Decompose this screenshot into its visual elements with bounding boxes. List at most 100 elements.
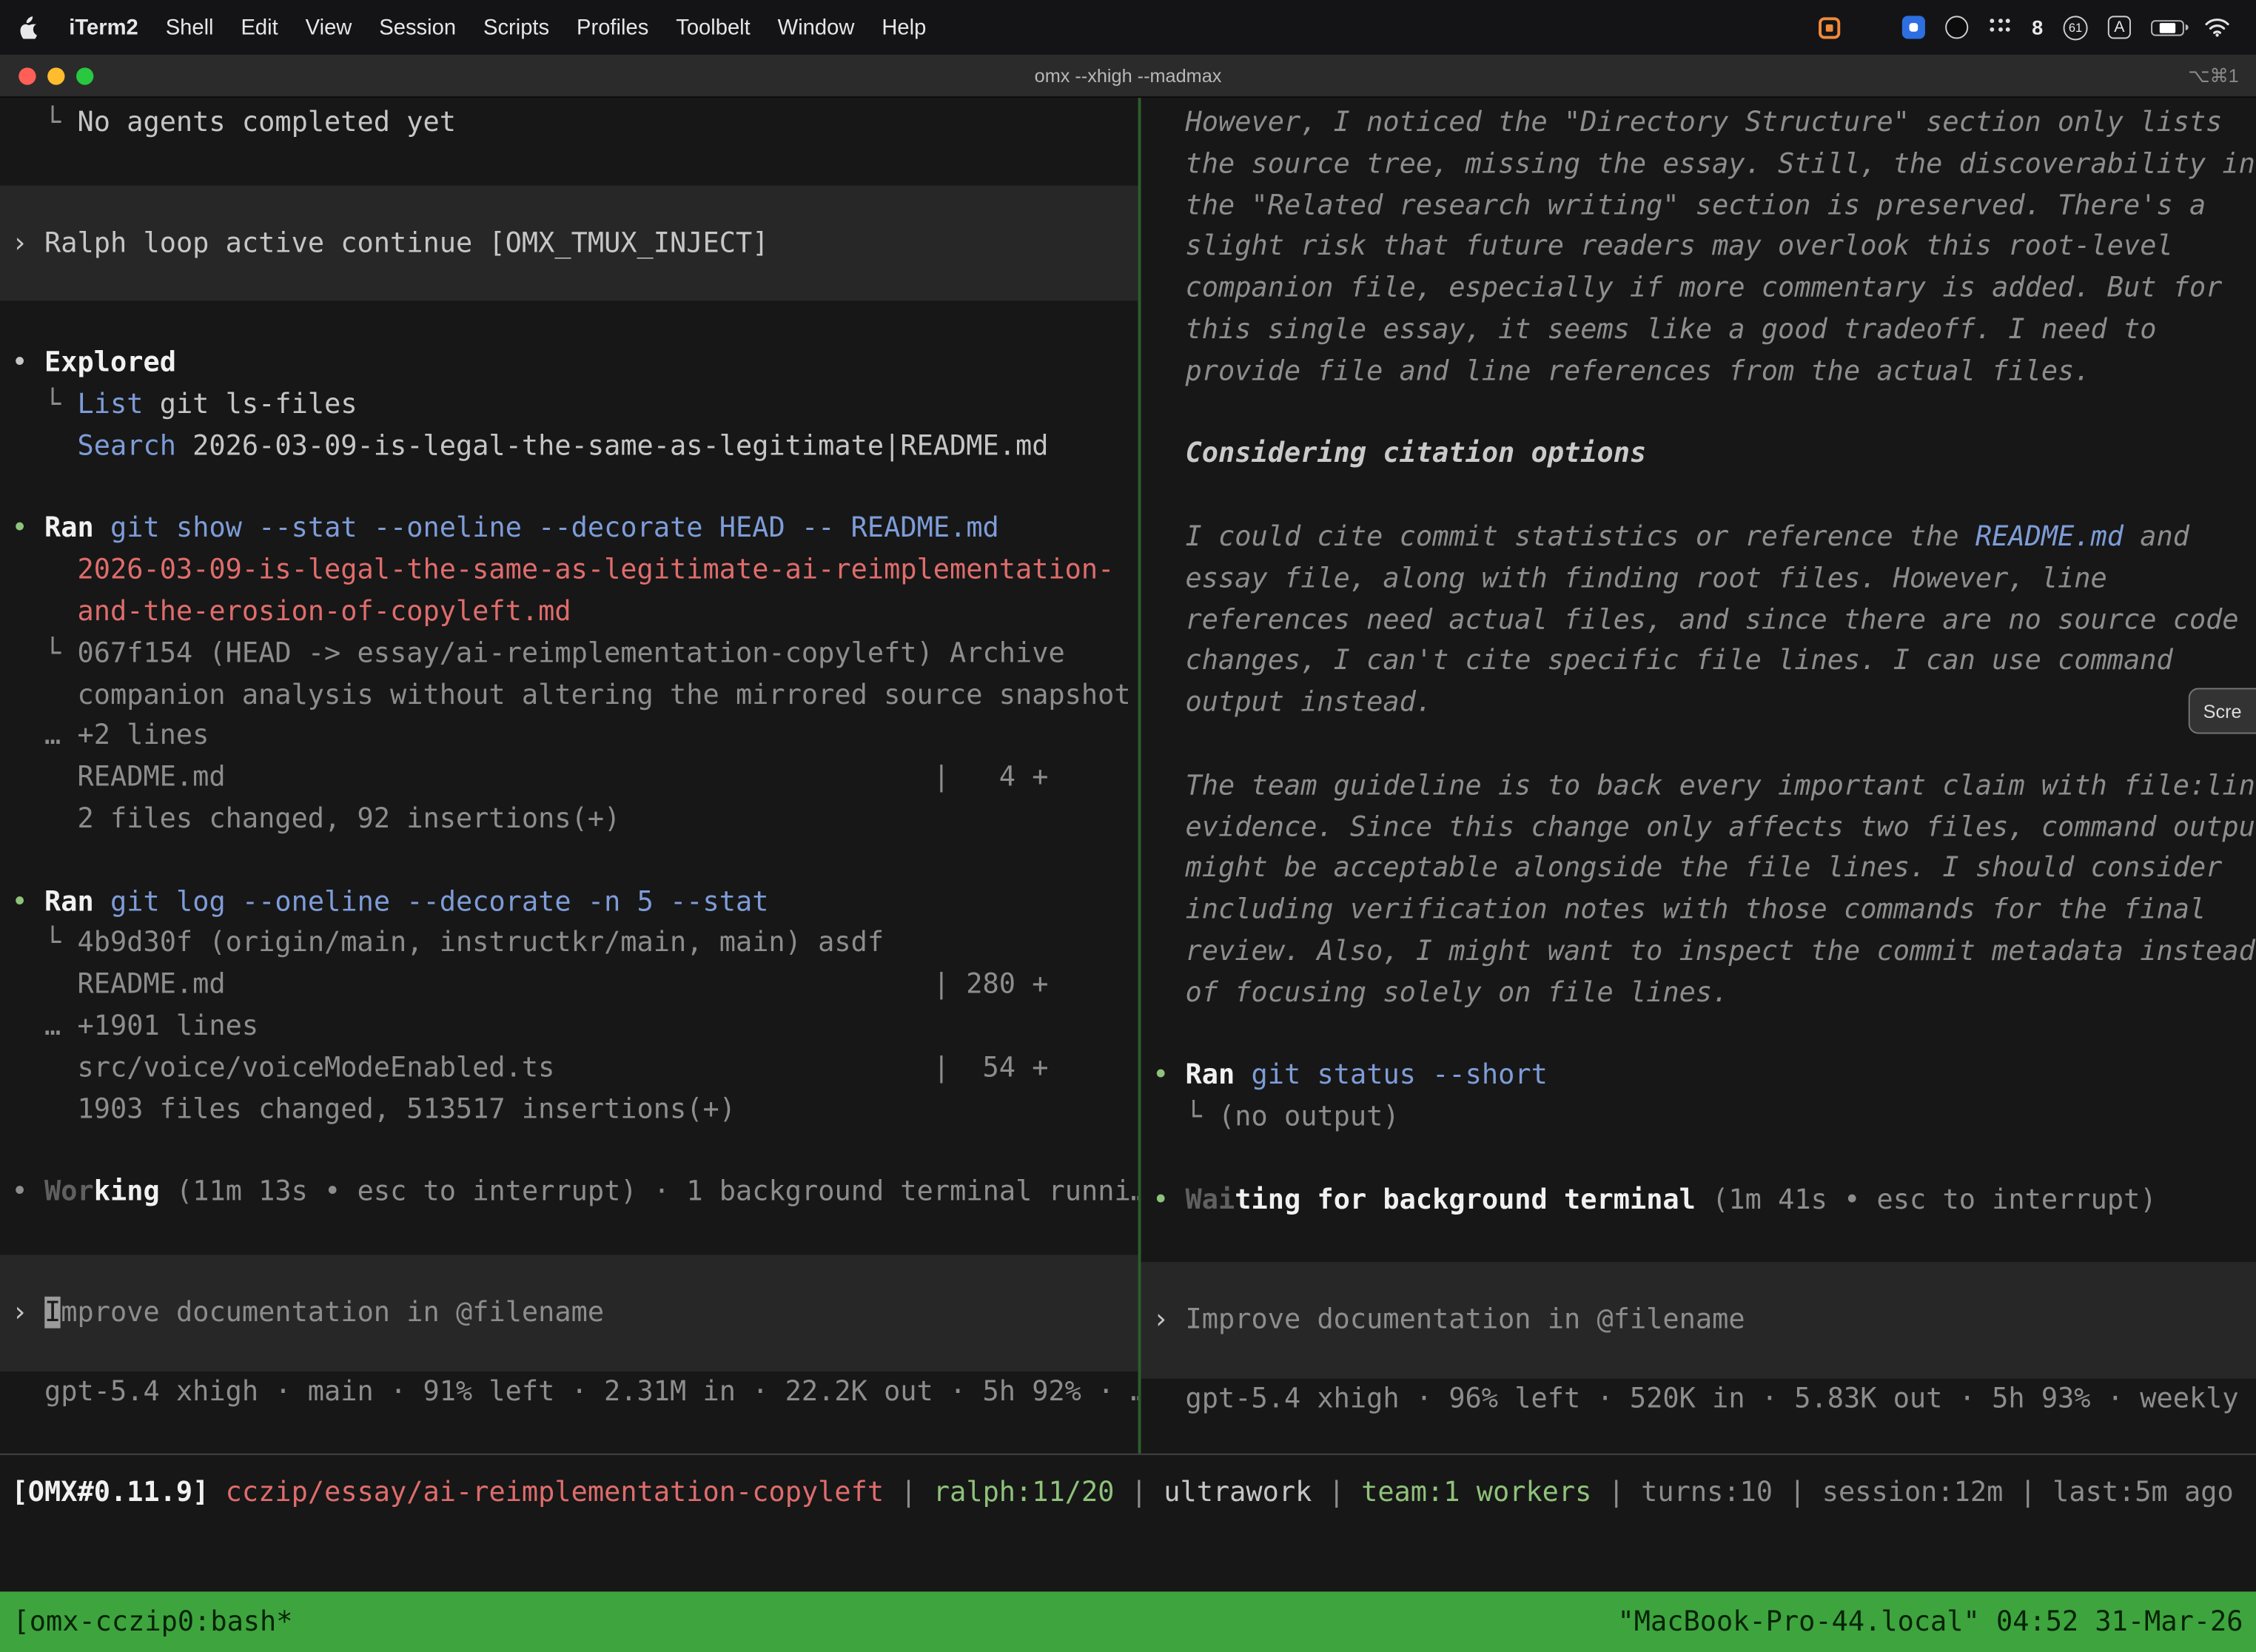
terminal-pane-right[interactable]: However, I noticed the "Directory Struct… [1141, 98, 2256, 1454]
terminal-line: › Improve documentation in @filename [0, 1292, 1138, 1333]
terminal-line: slight risk that future readers may over… [1141, 226, 2256, 268]
terminal-line: However, I noticed the "Directory Struct… [1141, 102, 2256, 144]
omx-status-bar: [OMX#0.11.9] cczip/essay/ai-reimplementa… [0, 1454, 2256, 1592]
terminal-line: └ 4b9d30f (origin/main, instructkr/main,… [0, 923, 1138, 964]
screen-share-chip-label: Scre [2203, 700, 2242, 722]
terminal-line: companion analysis without altering the … [0, 674, 1138, 716]
terminal-line: • Ran git show --stat --oneline --decora… [0, 508, 1138, 550]
menu-item-shell[interactable]: Shell [166, 15, 214, 39]
terminal-line: • Ran git log --oneline --decorate -n 5 … [0, 882, 1138, 923]
docker-icon[interactable] [1902, 16, 1925, 38]
record-stop-glyph [1826, 24, 1833, 31]
terminal-line [1141, 724, 2256, 765]
terminal-line: and-the-erosion-of-copyleft.md [0, 591, 1138, 633]
terminal-line: The team guideline is to back every impo… [1141, 765, 2256, 807]
terminal-line: └ (no output) [1141, 1097, 2256, 1138]
window-title-bar[interactable]: omx --xhigh --madmax ⌥⌘1 [0, 55, 2256, 98]
window-title: omx --xhigh --madmax [1035, 64, 1222, 86]
menu-status-icons: 8 61 A [1819, 15, 2235, 39]
screen: iTerm2 Shell Edit View Session Scripts Profile… [0, 0, 2256, 1652]
terminal-area: └ No agents completed yet › Ralph loop ac… [0, 98, 2256, 1454]
terminal-line: › Improve documentation in @filename [1141, 1300, 2256, 1341]
terminal-line: essay file, along with finding root file… [1141, 558, 2256, 600]
menu-left: iTerm2 Shell Edit View Session Scripts Profile… [20, 15, 926, 39]
omx-status-line: [OMX#0.11.9] cczip/essay/ai-reimplementa… [0, 1472, 2256, 1514]
menu-item-toolbelt[interactable]: Toolbelt [676, 15, 751, 39]
window-manager-icon[interactable] [1861, 16, 1882, 38]
terminal-line: changes, I can't cite specific file line… [1141, 641, 2256, 682]
window-shortcut-hint: ⌥⌘1 [2188, 55, 2238, 96]
keyboard-input-icon[interactable]: A [2108, 16, 2131, 38]
screen-share-chip[interactable]: Scre [2189, 688, 2256, 733]
terminal-line: provide file and line references from th… [1141, 351, 2256, 392]
battery-icon[interactable] [2151, 19, 2184, 35]
terminal-line: └ 067f154 (HEAD -> essay/ai-reimplementa… [0, 633, 1138, 674]
terminal-line: I could cite commit statistics or refere… [1141, 517, 2256, 558]
minimize-button[interactable] [47, 67, 64, 84]
terminal-line [0, 840, 1138, 882]
menu-item-profiles[interactable]: Profiles [577, 15, 648, 39]
terminal-line: 2 files changed, 92 insertions(+) [0, 799, 1138, 840]
terminal-line: gpt-5.4 xhigh · 96% left · 520K in · 5.8… [1141, 1379, 2256, 1420]
menu-item-session[interactable]: Session [379, 15, 456, 39]
terminal-line [1141, 392, 2256, 434]
ralph-loop-banner: › Ralph loop active continue [OMX_TMUX_I… [0, 185, 1138, 301]
dots-grid-icon[interactable] [1989, 19, 2012, 36]
terminal-line: output instead. [1141, 682, 2256, 724]
terminal-line: └ List git ls-files [0, 384, 1138, 426]
terminal-line: • Explored [0, 343, 1138, 384]
terminal-line [1141, 1014, 2256, 1055]
terminal-line [1141, 475, 2256, 517]
terminal-line: … +1901 lines [0, 1006, 1138, 1047]
terminal-line: evidence. Since this change only affects… [1141, 807, 2256, 848]
terminal-line: 1903 files changed, 513517 insertions(+) [0, 1089, 1138, 1130]
traffic-lights [19, 55, 93, 96]
terminal-line [0, 301, 1138, 343]
menu-item-scripts[interactable]: Scripts [483, 15, 549, 39]
terminal-line [0, 467, 1138, 508]
tmux-session-window[interactable]: [omx-cczip0:bash* [13, 1606, 292, 1638]
menu-item-view[interactable]: View [306, 15, 352, 39]
terminal-line: src/voice/voiceModeEnabled.ts | 54 + [0, 1047, 1138, 1089]
battery-percentage-icon[interactable]: 61 [2064, 15, 2088, 39]
menu-item-help[interactable]: Help [882, 15, 926, 39]
terminal-pane-left[interactable]: └ No agents completed yet › Ralph loop ac… [0, 98, 1138, 1454]
terminal-line: • Ran git status --short [1141, 1055, 2256, 1097]
prompt-input[interactable]: › Improve documentation in @filename [0, 1255, 1138, 1371]
close-button[interactable] [19, 67, 36, 84]
terminal-line [1141, 1138, 2256, 1180]
tmux-host-clock: "MacBook-Pro-44.local" 04:52 31-Mar-26 [1618, 1606, 2243, 1638]
terminal-line [0, 144, 1138, 185]
terminal-line: the "Related research writing" section i… [1141, 185, 2256, 226]
apple-menu-icon[interactable] [20, 16, 38, 38]
menu-item-window[interactable]: Window [778, 15, 855, 39]
terminal-line: companion file, especially if more comme… [1141, 268, 2256, 309]
terminal-line: README.md | 4 + [0, 757, 1138, 799]
tmux-status-bar: [omx-cczip0:bash* "MacBook-Pro-44.local"… [0, 1591, 2256, 1652]
terminal-line: 2026-03-09-is-legal-the-same-as-legitima… [0, 550, 1138, 591]
terminal-line: gpt-5.4 xhigh · main · 91% left · 2.31M … [0, 1371, 1138, 1412]
menu-item-iterm2[interactable]: iTerm2 [69, 15, 138, 39]
terminal-line [0, 1213, 1138, 1255]
zoom-button[interactable] [76, 67, 93, 84]
wifi-icon[interactable] [2204, 17, 2230, 37]
terminal-line: the source tree, missing the essay. Stil… [1141, 144, 2256, 185]
terminal-line [0, 1130, 1138, 1172]
terminal-line: README.md | 280 + [0, 964, 1138, 1006]
menu-item-edit[interactable]: Edit [241, 15, 278, 39]
terminal-line: including verification notes with those … [1141, 890, 2256, 931]
menu-bar: iTerm2 Shell Edit View Session Scripts Profile… [0, 0, 2256, 55]
magnet-app-icon[interactable]: 8 [2032, 16, 2043, 38]
prompt-input[interactable]: › Improve documentation in @filename [1141, 1263, 2256, 1379]
terminal-line: of focusing solely on file lines. [1141, 973, 2256, 1014]
terminal-line: Considering citation options [1141, 434, 2256, 475]
terminal-line: review. Also, I might want to inspect th… [1141, 931, 2256, 973]
battery-level [2159, 22, 2175, 33]
menu-items: iTerm2 Shell Edit View Session Scripts Profile… [69, 15, 926, 39]
terminal-line: references need actual files, and since … [1141, 600, 2256, 641]
screen-recording-indicator-icon[interactable] [1819, 16, 1840, 38]
terminal-line: └ No agents completed yet [0, 102, 1138, 144]
terminal-line: • Waiting for background terminal (1m 41… [1141, 1180, 2256, 1221]
terminal-line: this single essay, it seems like a good … [1141, 309, 2256, 351]
dark-app-icon[interactable] [1946, 16, 1969, 38]
